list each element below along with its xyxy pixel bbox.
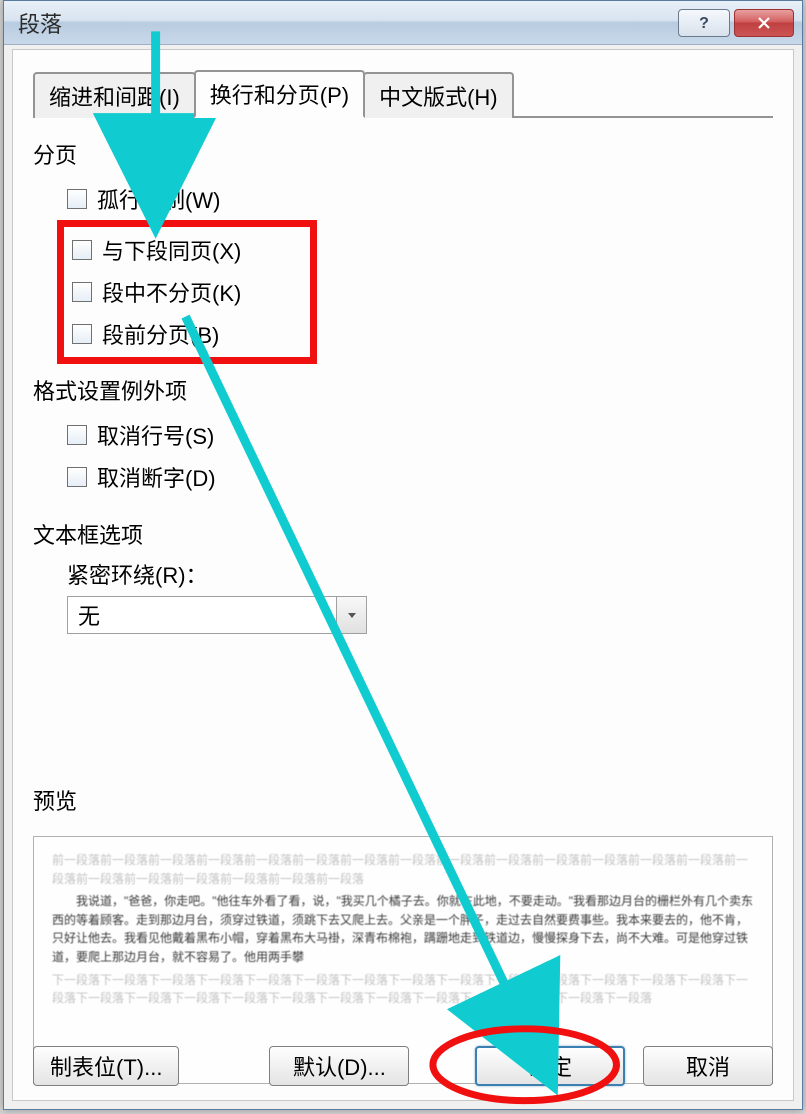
checkbox-icon [72,240,92,260]
keep-together-label: 段中不分页(K) [102,276,241,308]
keep-with-next-row[interactable]: 与下段同页(X) [64,229,286,271]
preview-main-text: 我说道，"爸爸，你走吧。"他往车外看了看，说，"我买几个橘子去。你就在此地，不要… [52,892,754,966]
tabs-button-label: 制表位(T)... [50,1050,162,1082]
checkbox-icon [67,189,87,209]
keep-with-next-label: 与下段同页(X) [102,234,241,266]
default-button[interactable]: 默认(D)... [269,1046,409,1086]
help-button[interactable]: ? [678,9,730,37]
window-title: 段落 [12,7,674,39]
ok-button[interactable]: 确定 [475,1046,625,1086]
widow-orphan-label: 孤行控制(W) [97,183,220,215]
checkbox-icon [72,282,92,302]
cancel-button[interactable]: 取消 [643,1046,773,1086]
preview-gray-top: 前一段落前一段落前一段落前一段落前一段落前一段落前一段落前一段落前一段落前一段落… [52,851,754,888]
tabs-button[interactable]: 制表位(T)... [33,1046,179,1086]
button-row: 制表位(T)... 默认(D)... 确定 取消 [33,1046,773,1086]
close-icon [756,15,772,31]
default-button-label: 默认(D)... [293,1050,386,1082]
page-break-before-row[interactable]: 段前分页(B) [64,313,286,355]
dialog-body: 缩进和间距(I) 换行和分页(P) 中文版式(H) 分页 孤行控制(W) 与下段… [12,49,794,1101]
cancel-button-label: 取消 [686,1050,730,1082]
keep-together-row[interactable]: 段中不分页(K) [64,271,286,313]
close-button[interactable] [734,9,794,37]
tight-wrap-value: 无 [78,599,100,631]
svg-text:?: ? [699,15,709,31]
tab-asian-typography[interactable]: 中文版式(H) [363,72,514,118]
highlight-annotation-box: 与下段同页(X) 段中不分页(K) 段前分页(B) [57,220,317,364]
suppress-hyphen-label: 取消断字(D) [97,461,216,493]
page-break-before-label: 段前分页(B) [102,318,219,350]
checkbox-icon [67,467,87,487]
section-pagination: 分页 [33,138,773,170]
checkbox-icon [72,324,92,344]
section-exceptions: 格式设置例外项 [33,374,773,406]
tab-asian-label: 中文版式(H) [379,85,498,110]
suppress-line-label: 取消行号(S) [97,419,214,451]
titlebar-buttons: ? [674,9,794,37]
tight-wrap-label: 紧密环绕(R)： [67,558,773,590]
tight-wrap-dropdown[interactable]: 无 [67,596,367,634]
chevron-down-icon [336,597,366,633]
checkbox-icon [67,425,87,445]
tab-indent-label: 缩进和间距(I) [49,85,180,110]
ok-button-label: 确定 [528,1050,572,1082]
paragraph-dialog: 段落 ? 缩进和间距(I) 换行和分页(P) [3,0,803,1110]
suppress-hyphenation-row[interactable]: 取消断字(D) [33,456,773,498]
help-icon: ? [696,15,712,31]
section-preview: 预览 [33,784,773,816]
preview-gray-bottom: 下一段落下一段落下一段落下一段落下一段落下一段落下一段落下一段落下一段落下一段落… [52,971,754,1008]
tab-line-page-breaks[interactable]: 换行和分页(P) [194,70,365,118]
suppress-line-numbers-row[interactable]: 取消行号(S) [33,414,773,456]
tab-indent-spacing[interactable]: 缩进和间距(I) [33,72,196,118]
widow-orphan-control-row[interactable]: 孤行控制(W) [33,178,773,220]
titlebar: 段落 ? [4,1,802,45]
section-textbox: 文本框选项 [33,518,773,550]
tab-row: 缩进和间距(I) 换行和分页(P) 中文版式(H) [33,78,773,118]
tab-pagination-label: 换行和分页(P) [210,83,349,108]
tight-wrap-row: 紧密环绕(R)： 无 [67,558,773,634]
